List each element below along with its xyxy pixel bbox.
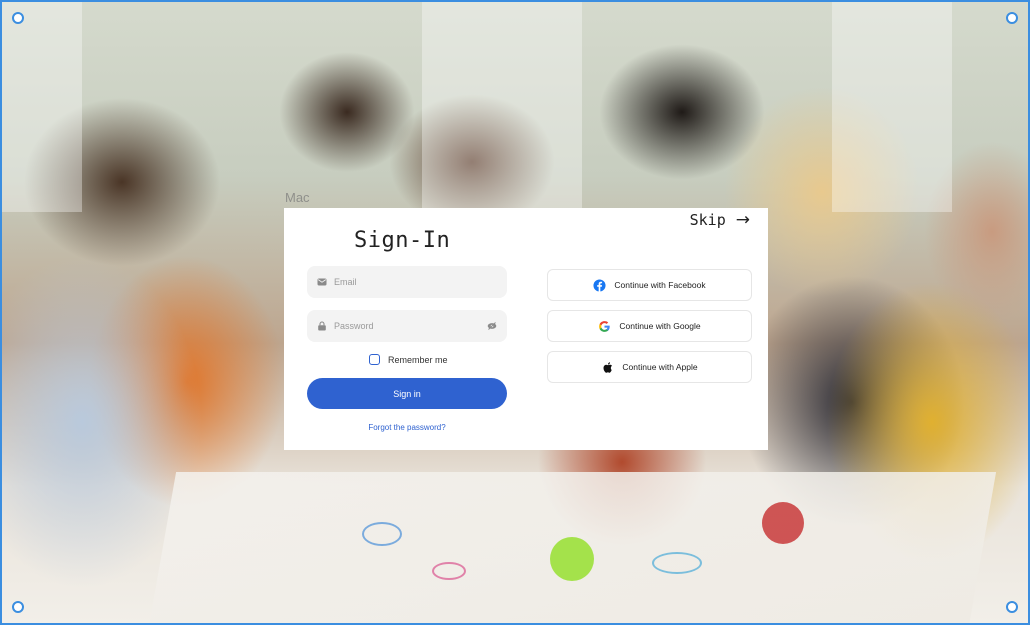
background-doodle	[432, 562, 466, 580]
remember-me-checkbox[interactable]	[369, 354, 380, 365]
forgot-password-link[interactable]: Forgot the password?	[307, 423, 507, 432]
google-icon	[599, 320, 611, 332]
background-window	[832, 2, 952, 212]
yarn-ball	[762, 502, 804, 544]
lock-icon	[318, 321, 326, 331]
google-signin-label: Continue with Google	[619, 321, 701, 331]
corner-handle[interactable]	[12, 12, 24, 24]
skip-label: Skip	[689, 211, 726, 229]
page-title: Sign-In	[354, 228, 451, 253]
signin-button[interactable]: Sign in	[307, 378, 507, 409]
background-window	[422, 2, 582, 212]
arrow-right-icon: →	[735, 210, 750, 230]
apple-signin-label: Continue with Apple	[622, 362, 698, 372]
email-field[interactable]	[307, 266, 507, 298]
corner-handle[interactable]	[1006, 12, 1018, 24]
facebook-signin-button[interactable]: Continue with Facebook	[547, 269, 752, 301]
screen-frame: Mac Skip → Sign-In Email Remember me Sig…	[0, 0, 1030, 625]
password-field[interactable]	[307, 310, 507, 342]
background-window	[2, 2, 82, 212]
eye-off-icon[interactable]	[487, 321, 497, 331]
remember-me-label: Remember me	[388, 354, 448, 365]
corner-handle[interactable]	[1006, 601, 1018, 613]
apple-signin-button[interactable]: Continue with Apple	[547, 351, 752, 383]
signin-card: Skip → Sign-In Email Remember me Sign in…	[284, 208, 768, 450]
email-input[interactable]	[334, 277, 497, 287]
crumpled-paper	[550, 537, 594, 581]
mail-icon	[317, 278, 327, 286]
watermark-text: Mac	[285, 190, 310, 205]
apple-icon	[603, 361, 613, 373]
password-input[interactable]	[334, 321, 480, 331]
remember-me-row[interactable]: Remember me	[369, 354, 448, 365]
google-signin-button[interactable]: Continue with Google	[547, 310, 752, 342]
facebook-signin-label: Continue with Facebook	[614, 280, 706, 290]
background-doodle	[652, 552, 702, 574]
background-doodle	[362, 522, 402, 546]
skip-link[interactable]: Skip →	[690, 210, 750, 230]
facebook-icon	[593, 278, 606, 292]
corner-handle[interactable]	[12, 601, 24, 613]
